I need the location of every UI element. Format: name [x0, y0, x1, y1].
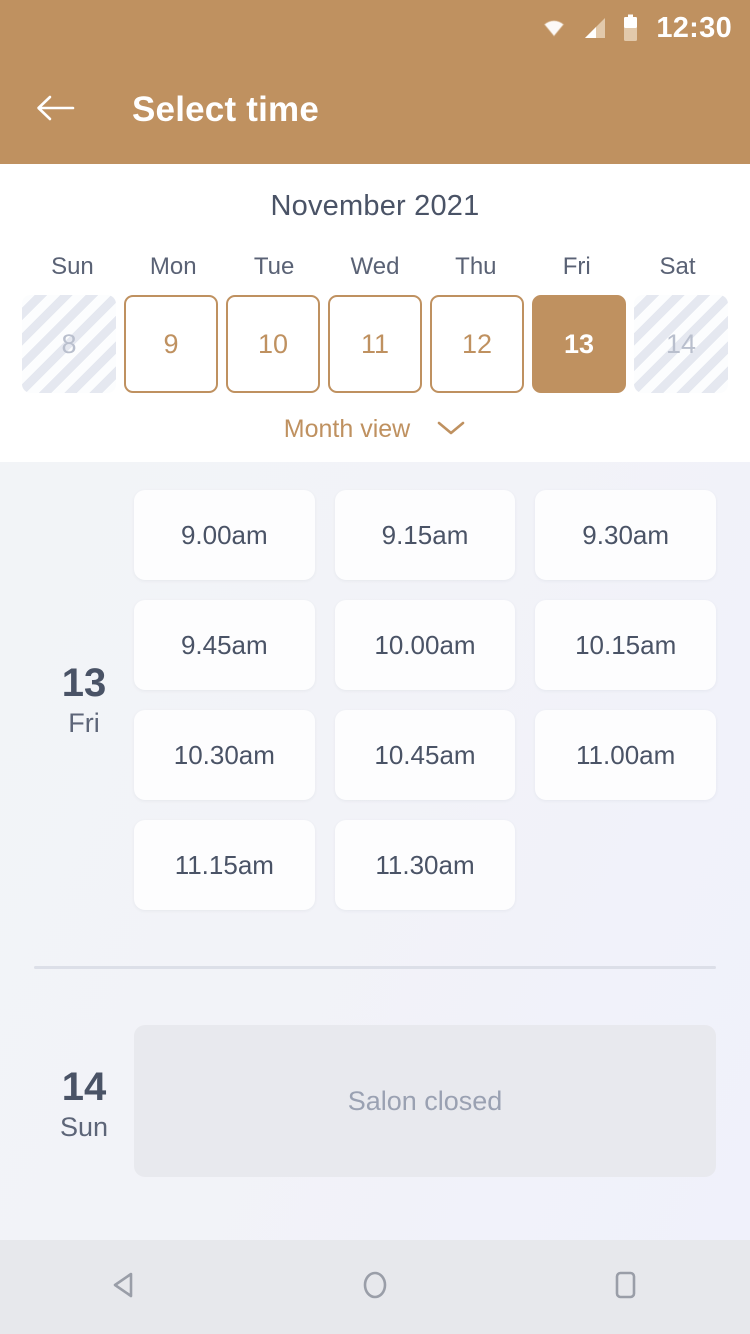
time-slot[interactable]: 10.30am	[134, 710, 315, 800]
schedule-day-weekday: Sun	[59, 1111, 109, 1142]
nav-recents-button[interactable]	[580, 1242, 670, 1332]
weekday-label: Sun	[51, 253, 94, 280]
time-slot[interactable]: 9.30am	[535, 490, 716, 580]
time-slot[interactable]: 10.00am	[334, 600, 516, 690]
schedule-day-label: 13 Fri	[34, 490, 134, 910]
weekday-label: Tue	[253, 253, 295, 280]
circle-home-icon	[355, 1265, 395, 1310]
schedule-day-weekday: Fri	[68, 707, 100, 738]
time-slot[interactable]: 11.15am	[134, 820, 315, 910]
schedule-day-label: 14 Sun	[34, 1060, 134, 1143]
time-slot[interactable]: 9.15am	[334, 490, 516, 580]
time-slot-grid: 9.00am 9.15am 9.30am 9.45am 10.00am 10.1…	[134, 490, 716, 910]
square-recents-icon	[605, 1265, 645, 1310]
schedule-list: 13 Fri 9.00am 9.15am 9.30am 9.45am 10.00…	[0, 462, 750, 1240]
time-slot[interactable]: 9.00am	[134, 490, 315, 580]
battery-icon	[623, 14, 638, 42]
weekday-label: Thu	[455, 253, 497, 280]
calendar-panel: November 2021 Sun Mon Tue Wed Thu Fri Sa…	[0, 164, 750, 462]
time-slot[interactable]: 10.45am	[334, 710, 516, 800]
nav-back-button[interactable]	[80, 1242, 170, 1332]
time-slot[interactable]: 9.45am	[134, 600, 315, 690]
phone-screen: 12:30 Select time November 2021 Sun Mon …	[0, 0, 750, 1334]
schedule-day-block: 14 Sun Salon closed	[0, 969, 750, 1177]
app-bar: Select time	[0, 56, 750, 164]
time-slot[interactable]: 11.30am	[334, 820, 516, 910]
weekday-label: Fri	[562, 253, 591, 280]
page-title: Select time	[132, 90, 320, 129]
calendar-weekday-row: Sun Mon Tue Wed Thu Fri Sat	[0, 253, 750, 281]
month-view-toggle[interactable]: Month view	[0, 415, 750, 444]
calendar-day-row: 8 9 10 11 12 13 14	[0, 295, 750, 393]
calendar-day-cell: 14	[634, 295, 728, 393]
status-bar-clock: 12:30	[656, 11, 732, 44]
wifi-icon	[541, 15, 567, 41]
android-nav-bar	[0, 1240, 750, 1334]
time-slot[interactable]: 10.15am	[535, 600, 716, 690]
status-icons	[541, 14, 638, 42]
weekday-label: Mon	[149, 253, 197, 280]
status-bar: 12:30	[0, 0, 750, 56]
triangle-back-icon	[105, 1265, 145, 1310]
salon-closed-banner: Salon closed	[134, 1025, 716, 1177]
time-slot[interactable]: 11.00am	[535, 710, 716, 800]
weekday-label: Sat	[659, 253, 696, 280]
schedule-day-number: 14	[61, 1064, 107, 1109]
nav-home-button[interactable]	[330, 1242, 420, 1332]
calendar-day-cell[interactable]: 12	[430, 295, 524, 393]
month-view-label: Month view	[283, 415, 411, 443]
calendar-day-cell-selected[interactable]: 13	[532, 295, 626, 393]
calendar-day-cell[interactable]: 11	[328, 295, 422, 393]
calendar-day-cell: 8	[22, 295, 116, 393]
cellular-signal-icon	[584, 16, 606, 40]
schedule-day-block: 13 Fri 9.00am 9.15am 9.30am 9.45am 10.00…	[0, 462, 750, 910]
schedule-day-number: 13	[61, 660, 107, 705]
weekday-label: Wed	[350, 253, 400, 280]
calendar-day-cell[interactable]: 9	[124, 295, 218, 393]
calendar-month-label: November 2021	[270, 190, 480, 222]
chevron-down-icon	[436, 415, 466, 444]
back-button[interactable]	[30, 85, 80, 135]
arrow-left-icon	[35, 93, 75, 128]
calendar-day-cell[interactable]: 10	[226, 295, 320, 393]
